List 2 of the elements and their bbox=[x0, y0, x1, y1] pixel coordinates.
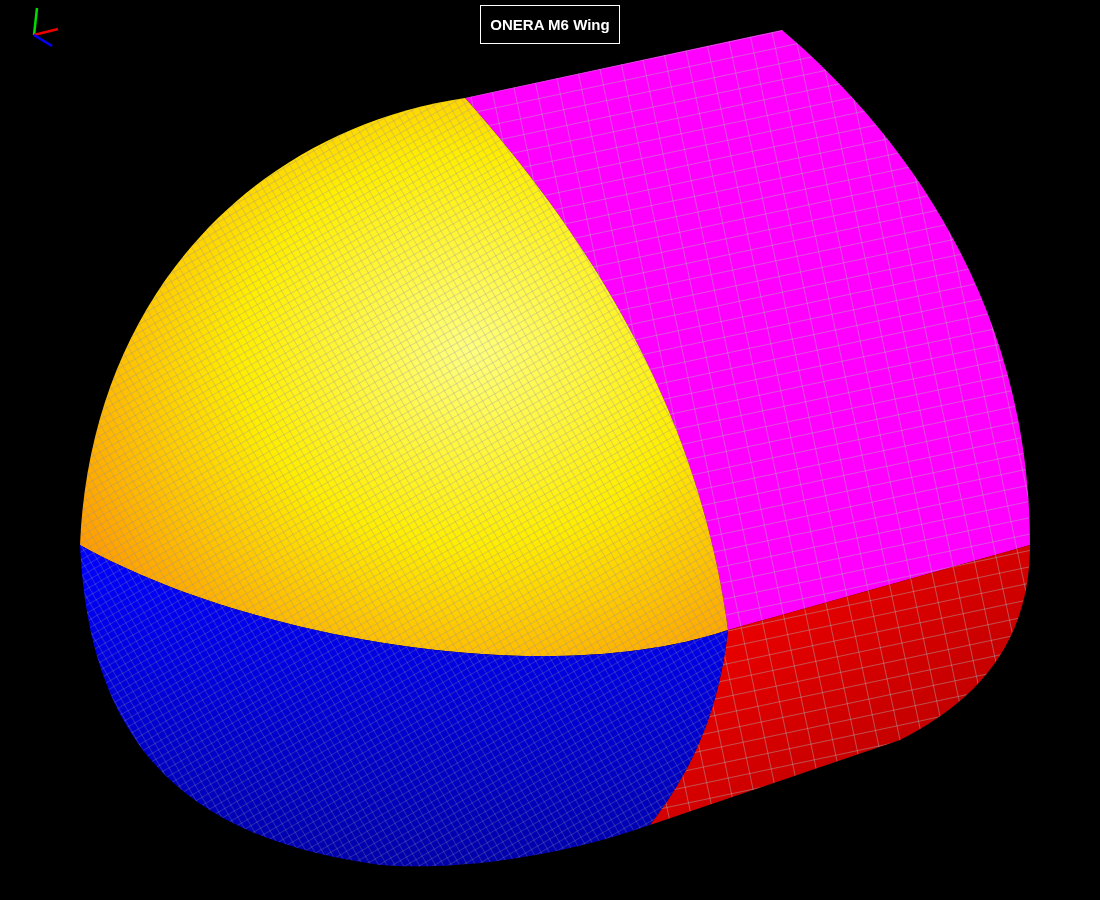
plot-title: ONERA M6 Wing bbox=[480, 5, 620, 44]
axis-triad-icon bbox=[32, 7, 59, 48]
